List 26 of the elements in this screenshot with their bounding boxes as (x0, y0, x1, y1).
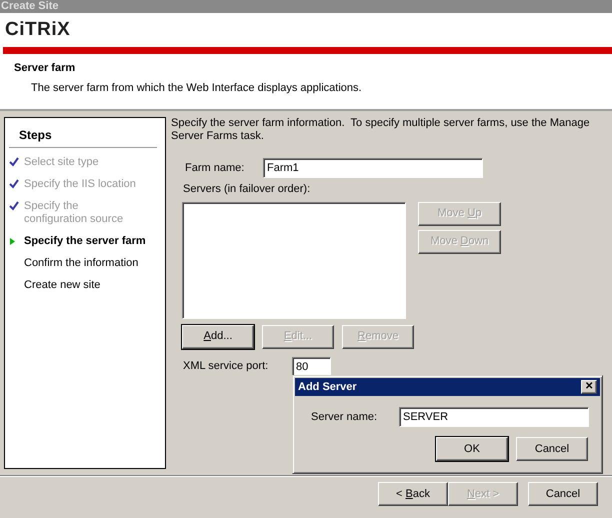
step-label: Specify the server farm (24, 235, 146, 248)
server-list[interactable] (182, 202, 406, 318)
server-name-field[interactable]: SERVER (399, 407, 589, 427)
dialog-title: Add Server (298, 380, 357, 395)
close-button[interactable]: ✕ (581, 380, 597, 394)
page-title: Server farm (14, 61, 76, 76)
step-label: Specify the IIS location (24, 178, 136, 191)
farm-name-field[interactable]: Farm1 (263, 158, 483, 178)
page-subtitle: The server farm from which the Web Interface displays applications. (31, 80, 363, 96)
dialog-button[interactable]: OK (436, 437, 508, 461)
step-label: Specify the configuration source (24, 200, 124, 226)
steps-heading: Steps (9, 126, 157, 148)
step-label: Create new site (24, 279, 100, 292)
field-label: XML service port: (183, 359, 270, 374)
step-label: Confirm the information (24, 257, 138, 270)
logo: CiTRiX (5, 19, 70, 41)
field-label: Farm name: (185, 160, 246, 176)
dialog-button[interactable]: Cancel (516, 437, 588, 461)
step-label: Select site type (24, 156, 99, 169)
field-label: Servers (in failover order): (183, 182, 312, 197)
field-label: Server name: (311, 410, 378, 425)
instructions-text: Specify the server farm information. To specify multiple server farms, use the Manage Server Farms task. (171, 117, 591, 143)
wizard-button[interactable]: Cancel (528, 482, 598, 506)
wizard-button[interactable]: < Back (378, 482, 448, 506)
port-field[interactable]: 80 (292, 356, 331, 376)
list-button[interactable]: Add... (182, 324, 254, 348)
